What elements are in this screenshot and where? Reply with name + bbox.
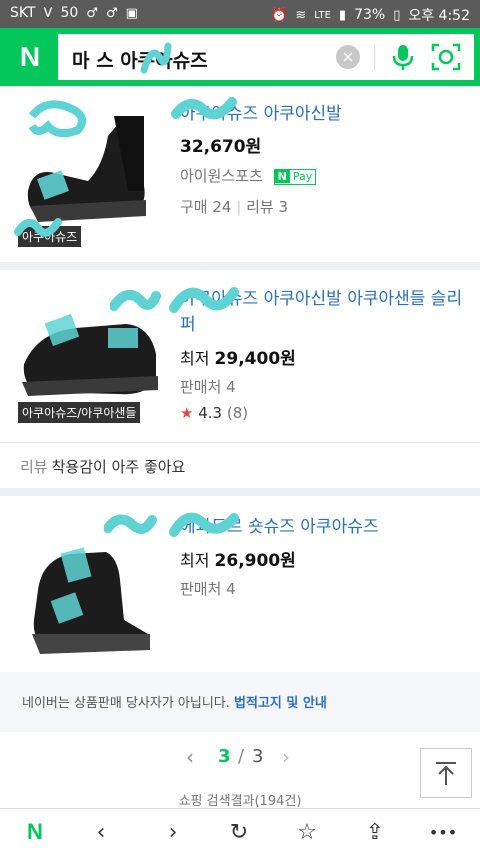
forward-icon[interactable]: › bbox=[158, 817, 188, 847]
image-icon: ▣ bbox=[125, 5, 138, 21]
battery-percent: 73% bbox=[354, 7, 386, 23]
smart-lens-icon[interactable] bbox=[430, 42, 462, 72]
section-divider bbox=[0, 262, 480, 270]
legal-notice-link[interactable]: 법적고지 및 안내 bbox=[234, 696, 327, 711]
current-page: 3 bbox=[218, 746, 231, 767]
search-box[interactable]: 마 스 아쿠아슈즈 × bbox=[58, 34, 474, 80]
seller-count[interactable]: 판매처 4 bbox=[180, 376, 236, 397]
clear-icon[interactable]: × bbox=[336, 45, 360, 69]
notification-icon: ♂ bbox=[86, 5, 98, 21]
search-header: N 마 스 아쿠아슈즈 × bbox=[0, 28, 480, 86]
redaction-scribble bbox=[110, 287, 239, 313]
star-icon: ★ bbox=[180, 404, 194, 422]
rating-count: (8) bbox=[226, 404, 249, 422]
back-icon[interactable]: ‹ bbox=[86, 817, 116, 847]
total-pages: 3 bbox=[252, 746, 264, 767]
carrier-label: SKT bbox=[10, 5, 36, 21]
lte-label: LTE bbox=[314, 9, 331, 21]
redaction-scribble bbox=[171, 97, 237, 120]
product-price: 최저 26,900원 bbox=[180, 551, 296, 571]
product-card[interactable]: 아쿠아슈즈/아쿠아샌들 아쿠아슈즈 아쿠아신발 아쿠아샌들 슬리퍼 최저 29,… bbox=[0, 270, 480, 488]
seller-name[interactable]: 아이원스포츠 bbox=[180, 167, 263, 185]
product-card[interactable]: 아쿠아슈즈 아쿠아슈즈 아쿠아신발 32,670원 아이원스포츠 N Pay 구매… bbox=[0, 86, 480, 262]
status-bar: SKT V 50 ♂ ♂ ▣ ⏰ ≋ LTE ▮ 73% ▯ 오후 4:52 bbox=[0, 0, 480, 28]
purchase-count: 구매 24 bbox=[180, 198, 232, 216]
product-thumbnail[interactable] bbox=[18, 530, 160, 672]
signal-text: 50 bbox=[60, 5, 79, 21]
product-price: 32,670원 bbox=[180, 137, 262, 157]
review-snippet[interactable]: 리뷰 착용감이 아주 좋아요 bbox=[20, 456, 185, 477]
review-count: 리뷰 3 bbox=[246, 198, 289, 216]
more-icon[interactable]: ••• bbox=[428, 817, 458, 847]
rating-value: 4.3 bbox=[198, 404, 223, 422]
product-card[interactable]: 에콰도르 숏슈즈 아쿠아슈즈 최저 26,900원 판매처 4 bbox=[0, 496, 480, 672]
shopping-results-link[interactable]: 쇼핑 검색결과(194건) bbox=[0, 790, 480, 810]
alarm-icon: ⏰ bbox=[271, 7, 288, 23]
redaction-scribble bbox=[104, 512, 239, 537]
share-icon[interactable]: ⇪ bbox=[360, 817, 390, 847]
naver-logo-button[interactable]: N bbox=[8, 36, 52, 78]
clock: 오후 4:52 bbox=[408, 8, 470, 24]
thumbnail-label: 아쿠아슈즈/아쿠아샌들 bbox=[18, 402, 141, 423]
stats-row: 구매 24 | 리뷰 3 bbox=[180, 198, 289, 216]
divider bbox=[0, 442, 480, 443]
chevron-left-icon[interactable]: ‹ bbox=[186, 745, 194, 769]
refresh-icon[interactable]: ↻ bbox=[224, 817, 254, 847]
divider bbox=[374, 44, 375, 70]
rating-row: ★ 4.3 (8) bbox=[180, 404, 248, 422]
page-separator: / bbox=[238, 746, 245, 767]
seller-count[interactable]: 판매처 4 bbox=[180, 578, 236, 599]
seller-row: 아이원스포츠 N Pay bbox=[180, 165, 317, 186]
volte-icon: V bbox=[43, 5, 53, 21]
npay-badge: N Pay bbox=[273, 168, 317, 185]
legal-notice: 네이버는 상품판매 당사자가 아닙니다. 법적고지 및 안내 bbox=[0, 672, 480, 732]
battery-icon: ▯ bbox=[393, 7, 401, 23]
redaction-scribble bbox=[140, 42, 172, 74]
wifi-icon: ≋ bbox=[295, 7, 307, 23]
bookmark-star-icon[interactable]: ☆ bbox=[292, 817, 322, 847]
notification-icon: ♂ bbox=[105, 5, 118, 21]
product-price: 최저 29,400원 bbox=[180, 349, 296, 369]
naver-home-icon[interactable]: N bbox=[20, 817, 50, 847]
microphone-icon[interactable] bbox=[388, 42, 418, 72]
chevron-right-icon[interactable]: › bbox=[282, 745, 290, 769]
notice-text: 네이버는 상품판매 당사자가 아닙니다. bbox=[22, 696, 230, 711]
section-divider bbox=[0, 488, 480, 496]
browser-navbar: N ‹ › ↻ ☆ ⇪ ••• bbox=[0, 808, 480, 854]
redaction-scribble bbox=[14, 218, 62, 237]
pagination: ‹ 3 / 3 › bbox=[0, 733, 480, 783]
signal-bars-icon: ▮ bbox=[338, 7, 347, 23]
